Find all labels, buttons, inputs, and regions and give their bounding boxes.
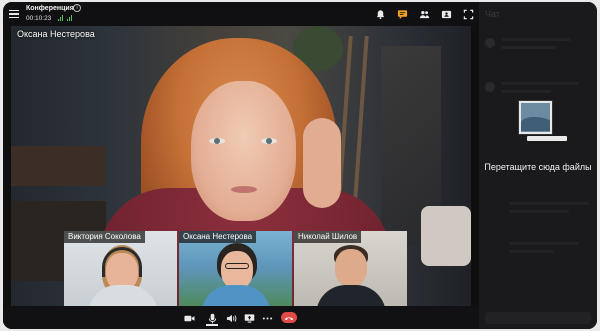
avatar: [485, 82, 495, 92]
main-video-name: Оксана Нестерова: [17, 29, 95, 39]
dragged-file-badge: [527, 136, 567, 141]
call-toolbar: [3, 306, 479, 329]
chat-icon[interactable]: [391, 3, 413, 25]
info-icon[interactable]: i: [73, 4, 81, 12]
bell-icon[interactable]: [369, 3, 391, 25]
speaker-icon[interactable]: [225, 312, 237, 324]
microphone-icon[interactable]: [206, 312, 218, 326]
top-bar: Конференция i 00:10:23: [3, 2, 479, 26]
chat-message: [509, 250, 554, 253]
chat-message: [501, 38, 571, 41]
chat-message: [501, 46, 556, 49]
participant-tile[interactable]: Виктория Соколова: [64, 231, 177, 306]
chat-message: [501, 82, 579, 85]
speaker-eye: [261, 138, 277, 144]
fullscreen-icon[interactable]: [457, 3, 479, 25]
speaker-face: [191, 81, 296, 221]
participant-face: [335, 249, 367, 287]
top-icon-bar: [369, 2, 479, 26]
speaker-hand: [303, 118, 341, 208]
present-icon[interactable]: [435, 3, 457, 25]
dragged-file-thumbnail: [519, 101, 552, 134]
chat-message: [501, 90, 551, 93]
screen-share-icon[interactable]: [243, 312, 255, 324]
background-shelf: [11, 146, 106, 186]
participants-icon[interactable]: [413, 3, 435, 25]
conference-window: Конференция i 00:10:23 Оксана Нестерова …: [3, 2, 597, 329]
chat-panel[interactable]: Чат Перетащите сюда файлы: [479, 2, 597, 329]
participant-name: Виктория Соколова: [64, 231, 145, 243]
speaker-lips: [231, 186, 257, 193]
chat-message: [509, 242, 579, 245]
more-icon[interactable]: [261, 312, 273, 324]
menu-icon[interactable]: [9, 10, 19, 19]
avatar: [485, 38, 495, 48]
participant-name: Оксана Нестерова: [179, 231, 257, 243]
chat-message: [509, 210, 569, 213]
signal-icon: [67, 15, 73, 21]
chat-message: [509, 202, 589, 205]
camera-icon[interactable]: [183, 312, 195, 324]
hangup-icon: [284, 316, 294, 320]
conference-title: Конференция: [26, 5, 74, 12]
background-pillow: [421, 206, 471, 266]
chat-input[interactable]: [485, 312, 591, 324]
call-timer: 00:10:23: [26, 15, 52, 22]
glasses-icon: [225, 263, 249, 269]
participant-name: Николай Шилов: [294, 231, 362, 243]
chat-title: Чат: [485, 9, 500, 19]
signal-icon: [58, 15, 64, 21]
drop-files-hint: Перетащите сюда файлы: [484, 162, 592, 172]
speaker-eye: [209, 138, 225, 144]
hangup-button[interactable]: [281, 312, 297, 323]
participant-tile[interactable]: Николай Шилов: [294, 231, 407, 306]
participant-face: [221, 251, 253, 289]
participant-tile[interactable]: Оксана Нестерова: [179, 231, 292, 306]
